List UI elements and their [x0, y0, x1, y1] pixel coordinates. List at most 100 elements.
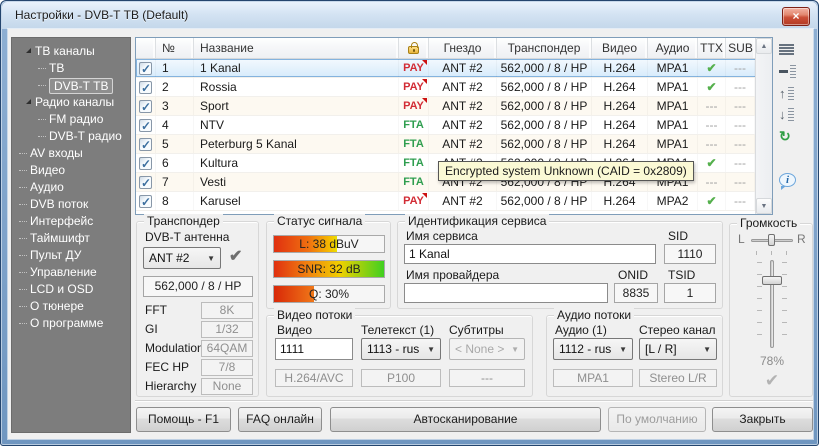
sidebar-item-timeshift[interactable]: Таймшифт [12, 230, 130, 247]
access-flag: PAY [399, 97, 429, 115]
tree-expand-icon[interactable] [26, 48, 31, 53]
transponder-panel: Транспондер DVB-T антенна ANT #2▼ ✔ 562,… [136, 221, 259, 397]
teletext-dropdown[interactable]: 1113 - rus▼ [361, 338, 441, 360]
chevron-down-icon: ▼ [207, 254, 215, 263]
sidebar-item-dvb-stream[interactable]: DVB поток [12, 196, 130, 213]
provider-input[interactable] [404, 283, 608, 303]
table-row[interactable]: 4 NTV FTA ANT #2 562,000 / 8 / HP H.264 … [136, 116, 772, 135]
table-row[interactable]: 2 Rossia PAY ANT #2 562,000 / 8 / HP H.2… [136, 78, 772, 97]
audio-pid-label: Аудио (1) [555, 323, 607, 337]
scroll-down-icon[interactable]: ▼ [756, 198, 772, 214]
volume-check-icon: ✔ [730, 371, 814, 391]
header-checkbox[interactable] [136, 38, 156, 58]
service-name-input[interactable] [404, 244, 656, 264]
header-transponder[interactable]: Транспондер [497, 38, 592, 58]
panel-title: Статус сигнала [274, 214, 365, 228]
move-up-icon: ↑ [779, 87, 786, 100]
lock-icon [408, 46, 419, 54]
titlebar[interactable]: Настройки - DVB-T ТВ (Default) × [2, 2, 817, 29]
tree-expand-icon[interactable] [26, 99, 31, 104]
help-button[interactable]: Помощь - F1 [136, 407, 231, 432]
table-row[interactable]: 1 1 Kanal PAY ANT #2 562,000 / 8 / HP H.… [136, 59, 772, 78]
fec-value: 7/8 [201, 359, 253, 376]
sidebar-item-about-program[interactable]: О программе [12, 315, 130, 332]
row-checkbox[interactable] [136, 97, 156, 115]
move-down-button[interactable]: ↓ [779, 106, 799, 123]
faq-button[interactable]: FAQ онлайн [238, 407, 322, 432]
access-flag: FTA [399, 116, 429, 134]
panel-title: Идентификация сервиса [405, 214, 549, 228]
chevron-down-icon: ▼ [619, 345, 627, 354]
header-num[interactable]: № [156, 38, 194, 58]
sidebar-item-lcd-osd[interactable]: LCD и OSD [12, 281, 130, 298]
close-dialog-button[interactable]: Закрыть [712, 407, 813, 432]
header-name[interactable]: Название [194, 38, 399, 58]
autoscan-button[interactable]: Автосканирование [330, 407, 601, 432]
volume-thumb[interactable] [762, 276, 782, 285]
sidebar-item-tv-channels[interactable]: ТВ каналы [12, 43, 130, 60]
table-scrollbar[interactable]: ▲ ▼ [755, 38, 772, 214]
header-socket[interactable]: Гнездо [429, 38, 497, 58]
video-pid-input[interactable] [275, 338, 353, 360]
row-checkbox[interactable] [136, 192, 156, 210]
uncheck-button[interactable] [779, 63, 799, 80]
encryption-tooltip: Encrypted system Unknown (CAID = 0x2809) [438, 161, 694, 181]
close-button[interactable]: × [782, 7, 810, 26]
sidebar-item-video[interactable]: Видео [12, 162, 130, 179]
header-video[interactable]: Видео [592, 38, 648, 58]
table-row[interactable]: 3 Sport PAY ANT #2 562,000 / 8 / HP H.26… [136, 97, 772, 116]
audio-codec: MPA1 [553, 369, 633, 387]
access-flag: FTA [399, 135, 429, 153]
header-ttx[interactable]: TTX [698, 38, 726, 58]
audio-dropdown[interactable]: 1112 - rus▼ [553, 338, 633, 360]
subtitles-label: Субтитры [449, 323, 504, 337]
row-checkbox[interactable] [136, 154, 156, 172]
row-checkbox[interactable] [136, 59, 156, 77]
sidebar-item-interface[interactable]: Интерфейс [12, 213, 130, 230]
balance-thumb[interactable] [768, 234, 775, 246]
row-checkbox[interactable] [136, 78, 156, 96]
video-streams-panel: Видео потоки Видео Телетекст (1) Субтитр… [266, 315, 533, 397]
teletext-label: Телетекст (1) [361, 323, 434, 337]
move-up-button[interactable]: ↑ [779, 85, 799, 102]
gi-value: 1/32 [201, 321, 253, 338]
header-sub[interactable]: SUB [726, 38, 755, 58]
balance-right-label: R [797, 232, 806, 246]
provider-label: Имя провайдера [406, 268, 499, 282]
header-lock[interactable] [399, 38, 429, 58]
ttx-check-icon: ✔ [698, 154, 726, 172]
sidebar-item-about-tuner[interactable]: О тюнере [12, 298, 130, 315]
sidebar-item-radio-channels[interactable]: Радио каналы [12, 94, 130, 111]
volume-slider[interactable] [770, 260, 774, 348]
subtitles-info: --- [449, 369, 525, 387]
select-all-button[interactable] [779, 41, 799, 58]
scroll-up-icon[interactable]: ▲ [756, 38, 772, 54]
sidebar-item-fm-radio[interactable]: FM радио [12, 111, 130, 128]
access-flag: FTA [399, 154, 429, 172]
info-button[interactable]: i [779, 171, 799, 188]
table-row[interactable]: 5 Peterburg 5 Kanal FTA ANT #2 562,000 /… [136, 135, 772, 154]
access-flag: PAY [399, 192, 429, 210]
hierarchy-value: None [201, 378, 253, 395]
row-checkbox[interactable] [136, 116, 156, 134]
row-checkbox[interactable] [136, 135, 156, 153]
table-row[interactable]: 8 Karusel PAY ANT #2 562,000 / 8 / HP H.… [136, 192, 772, 211]
frequency-box: 562,000 / 8 / HP [143, 276, 253, 297]
panel-title: Видео потоки [274, 308, 355, 322]
antenna-dropdown[interactable]: ANT #2▼ [143, 247, 221, 269]
access-flag: PAY [399, 78, 429, 96]
sidebar-item-dvbt-tv[interactable]: DVB-T ТВ [12, 77, 130, 94]
refresh-button[interactable]: ↻ [779, 127, 799, 144]
sidebar-item-dvbt-radio[interactable]: DVB-T радио [12, 128, 130, 145]
sidebar-item-audio[interactable]: Аудио [12, 179, 130, 196]
sidebar-item-av-inputs[interactable]: AV входы [12, 145, 130, 162]
sidebar-item-control[interactable]: Управление [12, 264, 130, 281]
service-panel: Идентификация сервиса Имя сервиса SID 11… [397, 221, 723, 309]
row-checkbox[interactable] [136, 173, 156, 191]
chevron-down-icon: ▼ [511, 345, 519, 354]
sidebar-item-tv[interactable]: ТВ [12, 60, 130, 77]
table-header: № Название Гнездо Транспондер Видео Ауди… [136, 38, 772, 59]
stereo-dropdown[interactable]: [L / R]▼ [639, 338, 717, 360]
header-audio[interactable]: Аудио [648, 38, 698, 58]
sidebar-item-remote[interactable]: Пульт ДУ [12, 247, 130, 264]
